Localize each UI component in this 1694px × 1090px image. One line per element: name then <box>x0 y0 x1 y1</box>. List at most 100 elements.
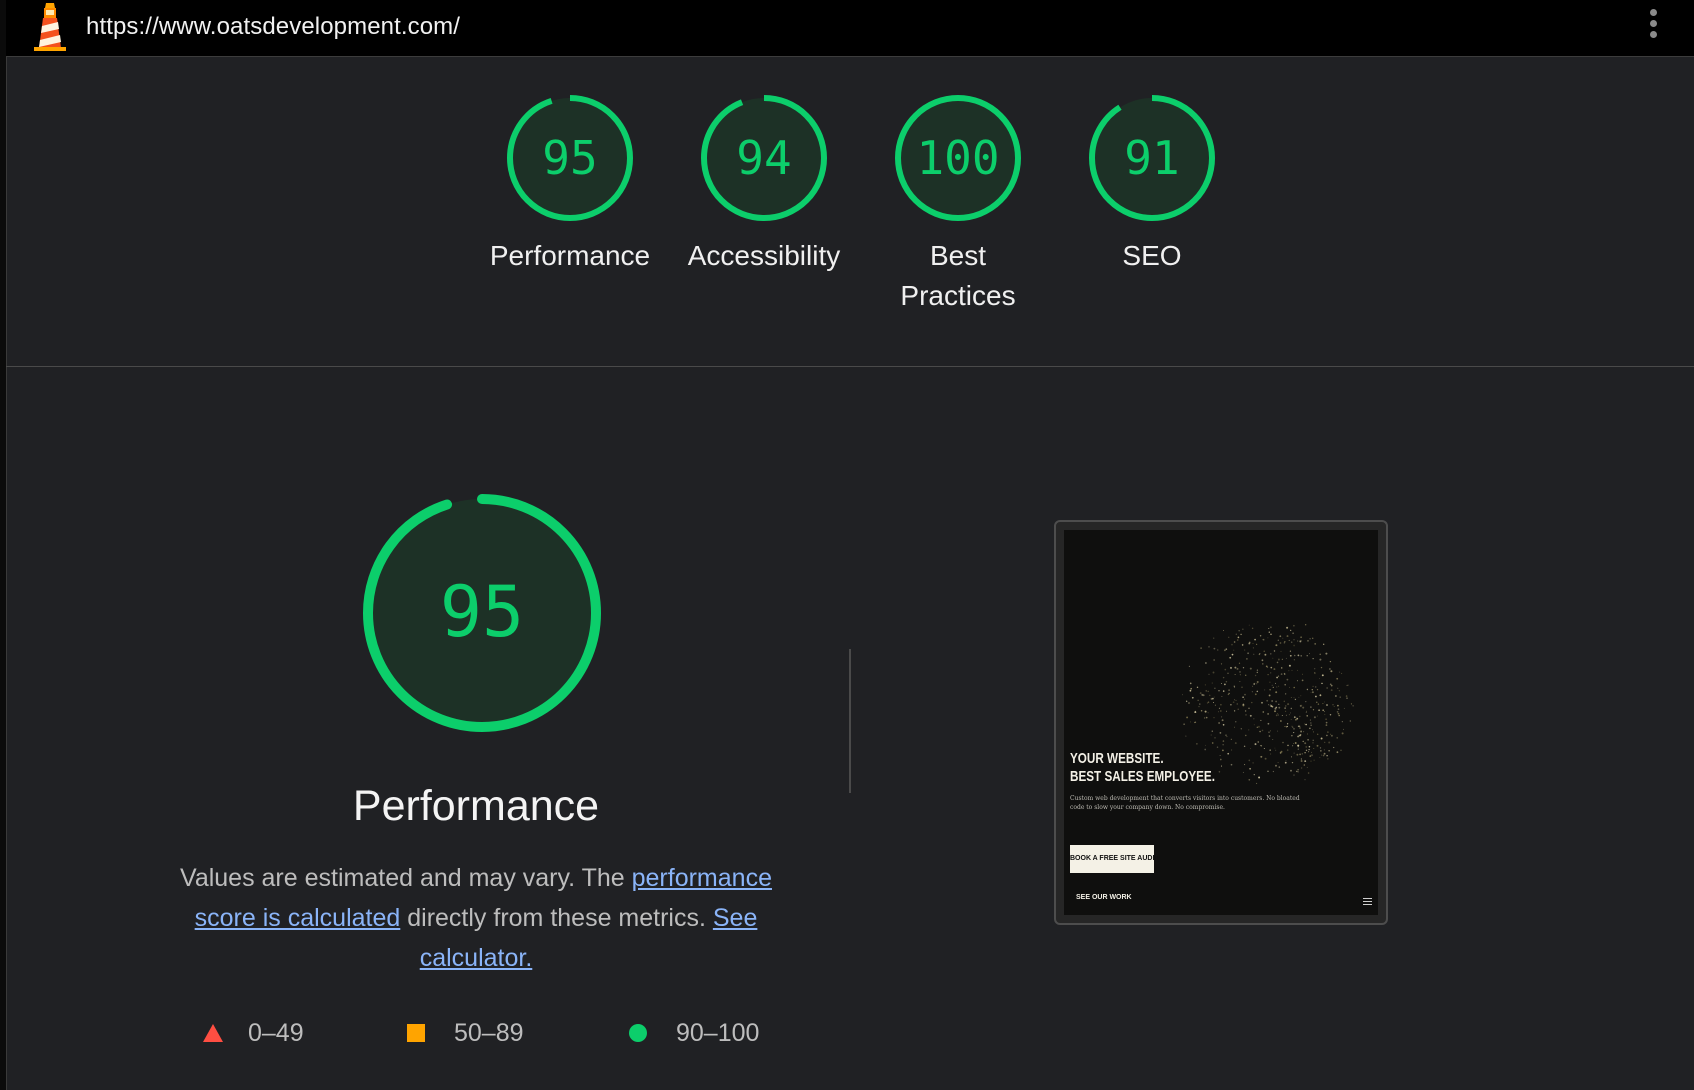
particle-dot <box>1218 690 1220 692</box>
particle-dot <box>1233 641 1236 643</box>
particle-dot <box>1227 752 1230 755</box>
particle-dot <box>1290 718 1292 721</box>
particle-dot <box>1224 649 1226 652</box>
particle-dot <box>1304 760 1307 762</box>
particle-dot <box>1243 698 1245 700</box>
particle-dot <box>1306 688 1309 691</box>
particle-dot <box>1339 671 1341 673</box>
gauge-score: 100 <box>916 131 999 185</box>
particle-dot <box>1311 691 1314 694</box>
particle-dot <box>1297 669 1299 671</box>
particle-dot <box>1293 659 1296 661</box>
gauge-seo[interactable]: 91 SEO <box>1064 94 1240 276</box>
particle-dot <box>1285 657 1287 659</box>
particle-dot <box>1300 760 1303 762</box>
particle-dot <box>1312 685 1314 688</box>
particle-dot <box>1286 749 1289 751</box>
particle-dot <box>1319 757 1321 758</box>
gauge-best-practices[interactable]: 100 Best Practices <box>870 94 1046 316</box>
particle-dot <box>1195 710 1197 712</box>
gauge-performance[interactable]: 95 Performance <box>482 94 658 276</box>
particle-dot <box>1284 707 1286 709</box>
particle-dot <box>1258 776 1261 779</box>
particle-dot <box>1306 655 1308 657</box>
particle-dot <box>1308 748 1310 751</box>
particle-dot <box>1323 752 1326 755</box>
particle-dot <box>1352 705 1354 707</box>
particle-dot <box>1289 654 1292 657</box>
particle-dot <box>1286 635 1289 638</box>
particle-dot <box>1346 684 1348 687</box>
particle-dot <box>1304 779 1306 781</box>
gauge-label: SEO <box>1122 240 1182 271</box>
particle-dot <box>1311 689 1313 691</box>
particle-dot <box>1314 672 1316 674</box>
particle-dot <box>1300 767 1303 769</box>
particle-dot <box>1273 650 1276 652</box>
particle-dot <box>1283 700 1286 703</box>
kebab-menu-icon[interactable] <box>1646 9 1660 45</box>
particle-dot <box>1305 745 1308 748</box>
particle-dot <box>1320 666 1323 669</box>
particle-dot <box>1341 721 1343 723</box>
particle-dot <box>1297 640 1299 642</box>
particle-dot <box>1230 703 1232 706</box>
particle-dot <box>1277 639 1279 641</box>
legend-fail: 0–49 <box>202 1013 304 1053</box>
particle-dot <box>1252 685 1254 687</box>
particle-dot <box>1319 658 1322 661</box>
particle-dot <box>1275 749 1277 751</box>
particle-dot <box>1219 732 1222 734</box>
particle-dot <box>1301 753 1303 755</box>
particle-dot <box>1324 741 1326 743</box>
particle-dot <box>1297 748 1299 750</box>
particle-dot <box>1320 750 1322 752</box>
particle-dot <box>1350 703 1352 705</box>
particle-dot <box>1293 752 1295 754</box>
particle-dot <box>1293 654 1296 657</box>
particle-dot <box>1293 732 1295 734</box>
particle-dot <box>1226 736 1228 738</box>
particle-dot <box>1290 629 1292 631</box>
particle-dot <box>1324 701 1325 703</box>
particle-dot <box>1235 721 1237 723</box>
particle-dot <box>1309 755 1312 757</box>
particle-dot <box>1309 638 1311 640</box>
particle-dot <box>1240 633 1242 636</box>
particle-dot <box>1237 708 1239 710</box>
particle-dot <box>1326 704 1328 706</box>
gauge-accessibility[interactable]: 94 Accessibility <box>676 94 852 276</box>
particle-dot <box>1280 673 1283 675</box>
particle-dot <box>1233 710 1236 712</box>
particle-dot <box>1325 721 1328 724</box>
gauge-label: Best Practices <box>900 240 1016 311</box>
particle-dot <box>1267 673 1269 676</box>
particle-dot <box>1332 704 1334 706</box>
particle-dot <box>1271 684 1273 686</box>
particle-dot <box>1231 749 1233 751</box>
headline-line: BEST SALES EMPLOYEE. <box>1070 768 1215 785</box>
particle-dot <box>1257 725 1260 728</box>
particle-dot <box>1236 667 1239 670</box>
particle-dot <box>1310 722 1312 724</box>
particle-dot <box>1290 707 1292 710</box>
particle-dot <box>1307 738 1309 741</box>
particle-dot <box>1251 627 1254 630</box>
particle-dot <box>1235 633 1237 635</box>
particle-dot <box>1269 689 1271 691</box>
particle-dot <box>1225 734 1227 737</box>
particle-dot <box>1225 710 1228 712</box>
particle-dot <box>1259 730 1261 733</box>
particle-dot <box>1233 686 1236 688</box>
particle-dot <box>1234 726 1235 728</box>
particle-dot <box>1268 628 1270 630</box>
particle-dot <box>1242 771 1244 773</box>
particle-dot <box>1303 764 1306 766</box>
particle-dot <box>1310 706 1312 708</box>
particle-dot <box>1270 753 1272 755</box>
particle-dot <box>1342 728 1344 730</box>
final-screenshot[interactable]: YOUR WEBSITE. BEST SALES EMPLOYEE. Custo… <box>1054 520 1388 925</box>
particle-dot <box>1304 742 1307 745</box>
particle-dot <box>1248 624 1250 626</box>
particle-dot <box>1220 703 1222 706</box>
